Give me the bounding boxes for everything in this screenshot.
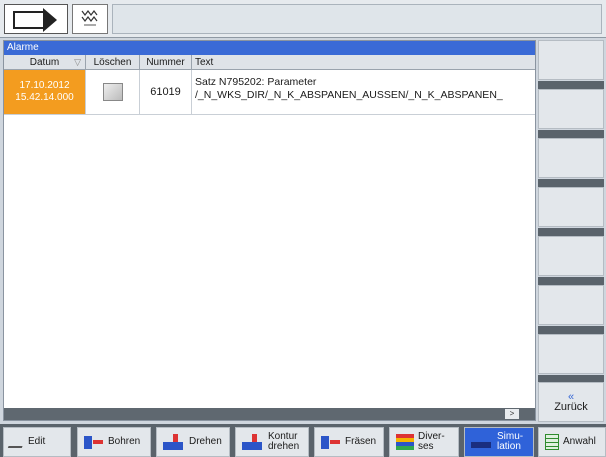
alarm-number: 61019 — [140, 70, 192, 114]
fraesen-button[interactable]: Fräsen — [314, 427, 384, 457]
turning-icon — [163, 434, 185, 450]
contour-turning-icon — [242, 434, 264, 450]
alarm-date-cell: 17.10.2012 15.42.14.000 — [4, 70, 86, 114]
panel-title: Alarme — [4, 41, 535, 55]
status-area — [112, 4, 602, 34]
horizontal-softkey-bar: Edit Bohren Drehen Kontur drehen Fräsen … — [0, 424, 606, 457]
back-button[interactable]: « Zurück — [538, 382, 604, 422]
vertical-softkey-bar: « Zurück — [538, 40, 606, 422]
kontur-drehen-button[interactable]: Kontur drehen — [235, 427, 309, 457]
simulation-icon — [471, 434, 493, 450]
table-header: Datum ▽ Löschen Nummer Text — [4, 55, 535, 70]
alarm-date: 17.10.2012 — [19, 80, 70, 91]
column-header-datum[interactable]: Datum ▽ — [4, 55, 86, 69]
softkey-divider — [538, 81, 604, 89]
select-icon — [545, 434, 559, 450]
milling-icon — [321, 434, 341, 450]
diverses-button[interactable]: Diver- ses — [389, 427, 459, 457]
scroll-right-button[interactable]: > — [505, 409, 519, 419]
jog-icon — [72, 4, 108, 34]
alarm-text-line1: Satz N795202: Parameter — [195, 76, 317, 88]
horizontal-scrollbar[interactable]: > — [4, 408, 535, 420]
simulation-button[interactable]: Simu- lation — [464, 427, 534, 457]
softkey-divider — [538, 228, 604, 236]
softkey-divider — [538, 130, 604, 138]
column-header-text[interactable]: Text — [192, 55, 535, 69]
sort-icon: ▽ — [74, 57, 81, 67]
vertical-softkey-3[interactable] — [538, 138, 604, 178]
softkey-divider — [538, 326, 604, 334]
softkey-divider — [538, 179, 604, 187]
vertical-softkey-6[interactable] — [538, 285, 604, 325]
top-bar — [0, 0, 606, 38]
drilling-icon — [84, 434, 104, 450]
edit-button[interactable]: Edit — [3, 427, 71, 457]
vertical-softkey-1[interactable] — [538, 40, 604, 80]
operating-mode-icon — [4, 4, 68, 34]
alarm-time: 15.42.14.000 — [15, 92, 74, 103]
vertical-softkey-5[interactable] — [538, 236, 604, 276]
bohren-button[interactable]: Bohren — [77, 427, 151, 457]
delete-criterion-icon — [102, 83, 123, 101]
alarm-text-cell: Satz N795202: Parameter /_N_WKS_DIR/_N_K… — [192, 70, 535, 114]
vertical-softkey-2[interactable] — [538, 89, 604, 129]
back-button-label: Zurück — [554, 401, 588, 413]
table-row[interactable]: 17.10.2012 15.42.14.000 61019 Satz N7952… — [4, 70, 535, 115]
alarm-panel: Alarme Datum ▽ Löschen Nummer Text 17.10.… — [3, 40, 536, 421]
alarm-text-line2: /_N_WKS_DIR/_N_K_ABSPANEN_AUSSEN/_N_K_AB… — [195, 89, 503, 101]
miscellaneous-icon — [396, 434, 414, 450]
delete-cell — [86, 70, 140, 114]
column-header-loeschen[interactable]: Löschen — [86, 55, 140, 69]
anwahl-button[interactable]: Anwahl — [538, 427, 606, 457]
softkey-divider — [538, 277, 604, 285]
pencil-icon — [7, 436, 27, 448]
drehen-button[interactable]: Drehen — [156, 427, 230, 457]
column-header-nummer[interactable]: Nummer — [140, 55, 192, 69]
vertical-softkey-7[interactable] — [538, 334, 604, 374]
vertical-softkey-4[interactable] — [538, 187, 604, 227]
